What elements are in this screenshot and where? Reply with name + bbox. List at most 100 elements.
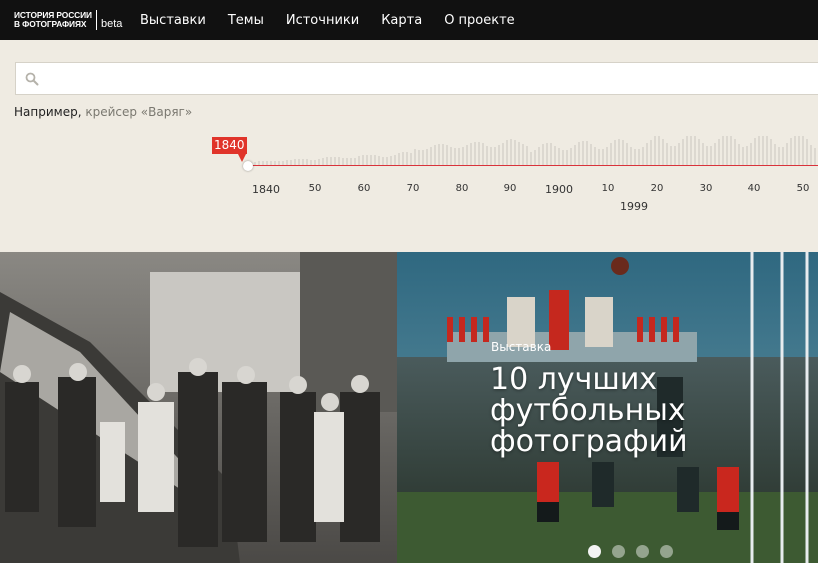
histogram-bar — [778, 147, 780, 166]
histogram-bar — [806, 139, 808, 166]
histogram-bar — [610, 143, 612, 166]
histogram-bar — [594, 146, 596, 166]
histogram-bar — [494, 146, 496, 166]
timeline-tick[interactable]: 40 — [748, 183, 761, 194]
logo-line-2: В ФОТОГРАФИЯХ — [14, 19, 87, 29]
carousel-dot-4[interactable] — [660, 545, 673, 558]
histogram-bar — [666, 143, 668, 166]
historical-photo-tile[interactable] — [0, 252, 397, 563]
histogram-bar — [650, 139, 652, 166]
histogram-bar — [722, 136, 724, 166]
photo-density-histogram — [250, 130, 818, 166]
histogram-bar — [582, 140, 584, 166]
carousel-dots — [588, 545, 684, 558]
histogram-bar — [462, 146, 464, 166]
search-example-prefix: Например, — [14, 105, 86, 119]
histogram-bar — [538, 146, 540, 166]
histogram-bar — [774, 144, 776, 166]
histogram-bar — [702, 143, 704, 166]
site-logo[interactable]: ИСТОРИЯ РОССИИ В ФОТОГРАФИЯХ beta — [14, 9, 122, 31]
histogram-bar — [438, 143, 440, 166]
histogram-bar — [622, 139, 624, 166]
histogram-bar — [426, 148, 428, 166]
histogram-bar — [802, 136, 804, 166]
histogram-bar — [794, 136, 796, 166]
timeline-tick[interactable]: 10 — [602, 183, 615, 194]
logo-beta-label: beta — [100, 18, 123, 30]
histogram-bar — [442, 144, 444, 166]
timeline-start-handle[interactable] — [243, 161, 253, 171]
histogram-bar — [714, 143, 716, 166]
nav-item-map[interactable]: Карта — [381, 13, 422, 28]
timeline-tick[interactable]: 70 — [407, 183, 420, 194]
histogram-bar — [470, 142, 472, 166]
histogram-bar — [406, 152, 408, 166]
timeline-tick[interactable]: 90 — [504, 183, 517, 194]
logo-text: ИСТОРИЯ РОССИИ В ФОТОГРАФИЯХ — [14, 10, 92, 30]
timeline-end-year: 1999 — [620, 200, 648, 213]
histogram-bar — [726, 136, 728, 166]
histogram-bar — [586, 141, 588, 166]
histogram-bar — [566, 150, 568, 166]
timeline-tick[interactable]: 60 — [358, 183, 371, 194]
histogram-bar — [786, 143, 788, 166]
histogram-bar — [430, 146, 432, 166]
main-nav: Выставки Темы Источники Карта О проекте — [140, 0, 537, 40]
histogram-bar — [498, 145, 500, 166]
histogram-bar — [550, 143, 552, 166]
histogram-bar — [810, 144, 812, 166]
histogram-bar — [646, 142, 648, 166]
histogram-bar — [682, 138, 684, 166]
histogram-bar — [694, 136, 696, 166]
histogram-bar — [618, 138, 620, 166]
histogram-bar — [466, 144, 468, 166]
histogram-bar — [578, 141, 580, 166]
histogram-bar — [558, 148, 560, 166]
histogram-bar — [638, 149, 640, 166]
timeline-tick[interactable]: 30 — [700, 183, 713, 194]
histogram-bar — [574, 144, 576, 166]
histogram-bar — [486, 145, 488, 166]
timeline-tick[interactable]: 20 — [651, 183, 664, 194]
nav-item-about[interactable]: О проекте — [444, 13, 515, 28]
histogram-bar — [446, 145, 448, 166]
search-icon — [25, 72, 39, 86]
nav-item-exhibitions[interactable]: Выставки — [140, 13, 206, 28]
search-example-link[interactable]: крейсер «Варяг» — [85, 105, 192, 119]
timeline-start-flag: 1840 — [212, 137, 247, 154]
histogram-bar — [626, 143, 628, 166]
histogram-bar — [598, 148, 600, 166]
timeline-selected-range[interactable] — [248, 165, 818, 166]
histogram-bar — [514, 139, 516, 166]
timeline-tick[interactable]: 80 — [456, 183, 469, 194]
histogram-bar — [458, 148, 460, 166]
featured-title[interactable]: 10 лучших футбольных фотографий — [490, 364, 750, 457]
timeline-tick[interactable]: 50 — [797, 183, 810, 194]
histogram-bar — [510, 139, 512, 166]
carousel-dot-2[interactable] — [612, 545, 625, 558]
histogram-bar — [782, 146, 784, 166]
histogram-bar — [750, 143, 752, 166]
timeline-tick[interactable]: 1900 — [545, 183, 573, 196]
histogram-bar — [522, 143, 524, 166]
carousel-dot-1[interactable] — [588, 545, 601, 558]
histogram-bar — [706, 146, 708, 166]
timeline-tick[interactable]: 50 — [309, 183, 322, 194]
histogram-bar — [506, 140, 508, 166]
histogram-bar — [798, 136, 800, 166]
histogram-bar — [662, 139, 664, 166]
histogram-bar — [482, 143, 484, 166]
histogram-bar — [762, 136, 764, 166]
histogram-bar — [542, 144, 544, 166]
nav-item-themes[interactable]: Темы — [228, 13, 264, 28]
histogram-bar — [414, 148, 416, 166]
timeline-tick[interactable]: 1840 — [252, 183, 280, 196]
search-input[interactable] — [48, 63, 808, 94]
histogram-bar — [554, 145, 556, 166]
histogram-bar — [634, 149, 636, 166]
histogram-bar — [434, 144, 436, 166]
nav-item-sources[interactable]: Источники — [286, 13, 359, 28]
histogram-bar — [518, 141, 520, 166]
carousel-dot-3[interactable] — [636, 545, 649, 558]
histogram-bar — [402, 152, 404, 166]
